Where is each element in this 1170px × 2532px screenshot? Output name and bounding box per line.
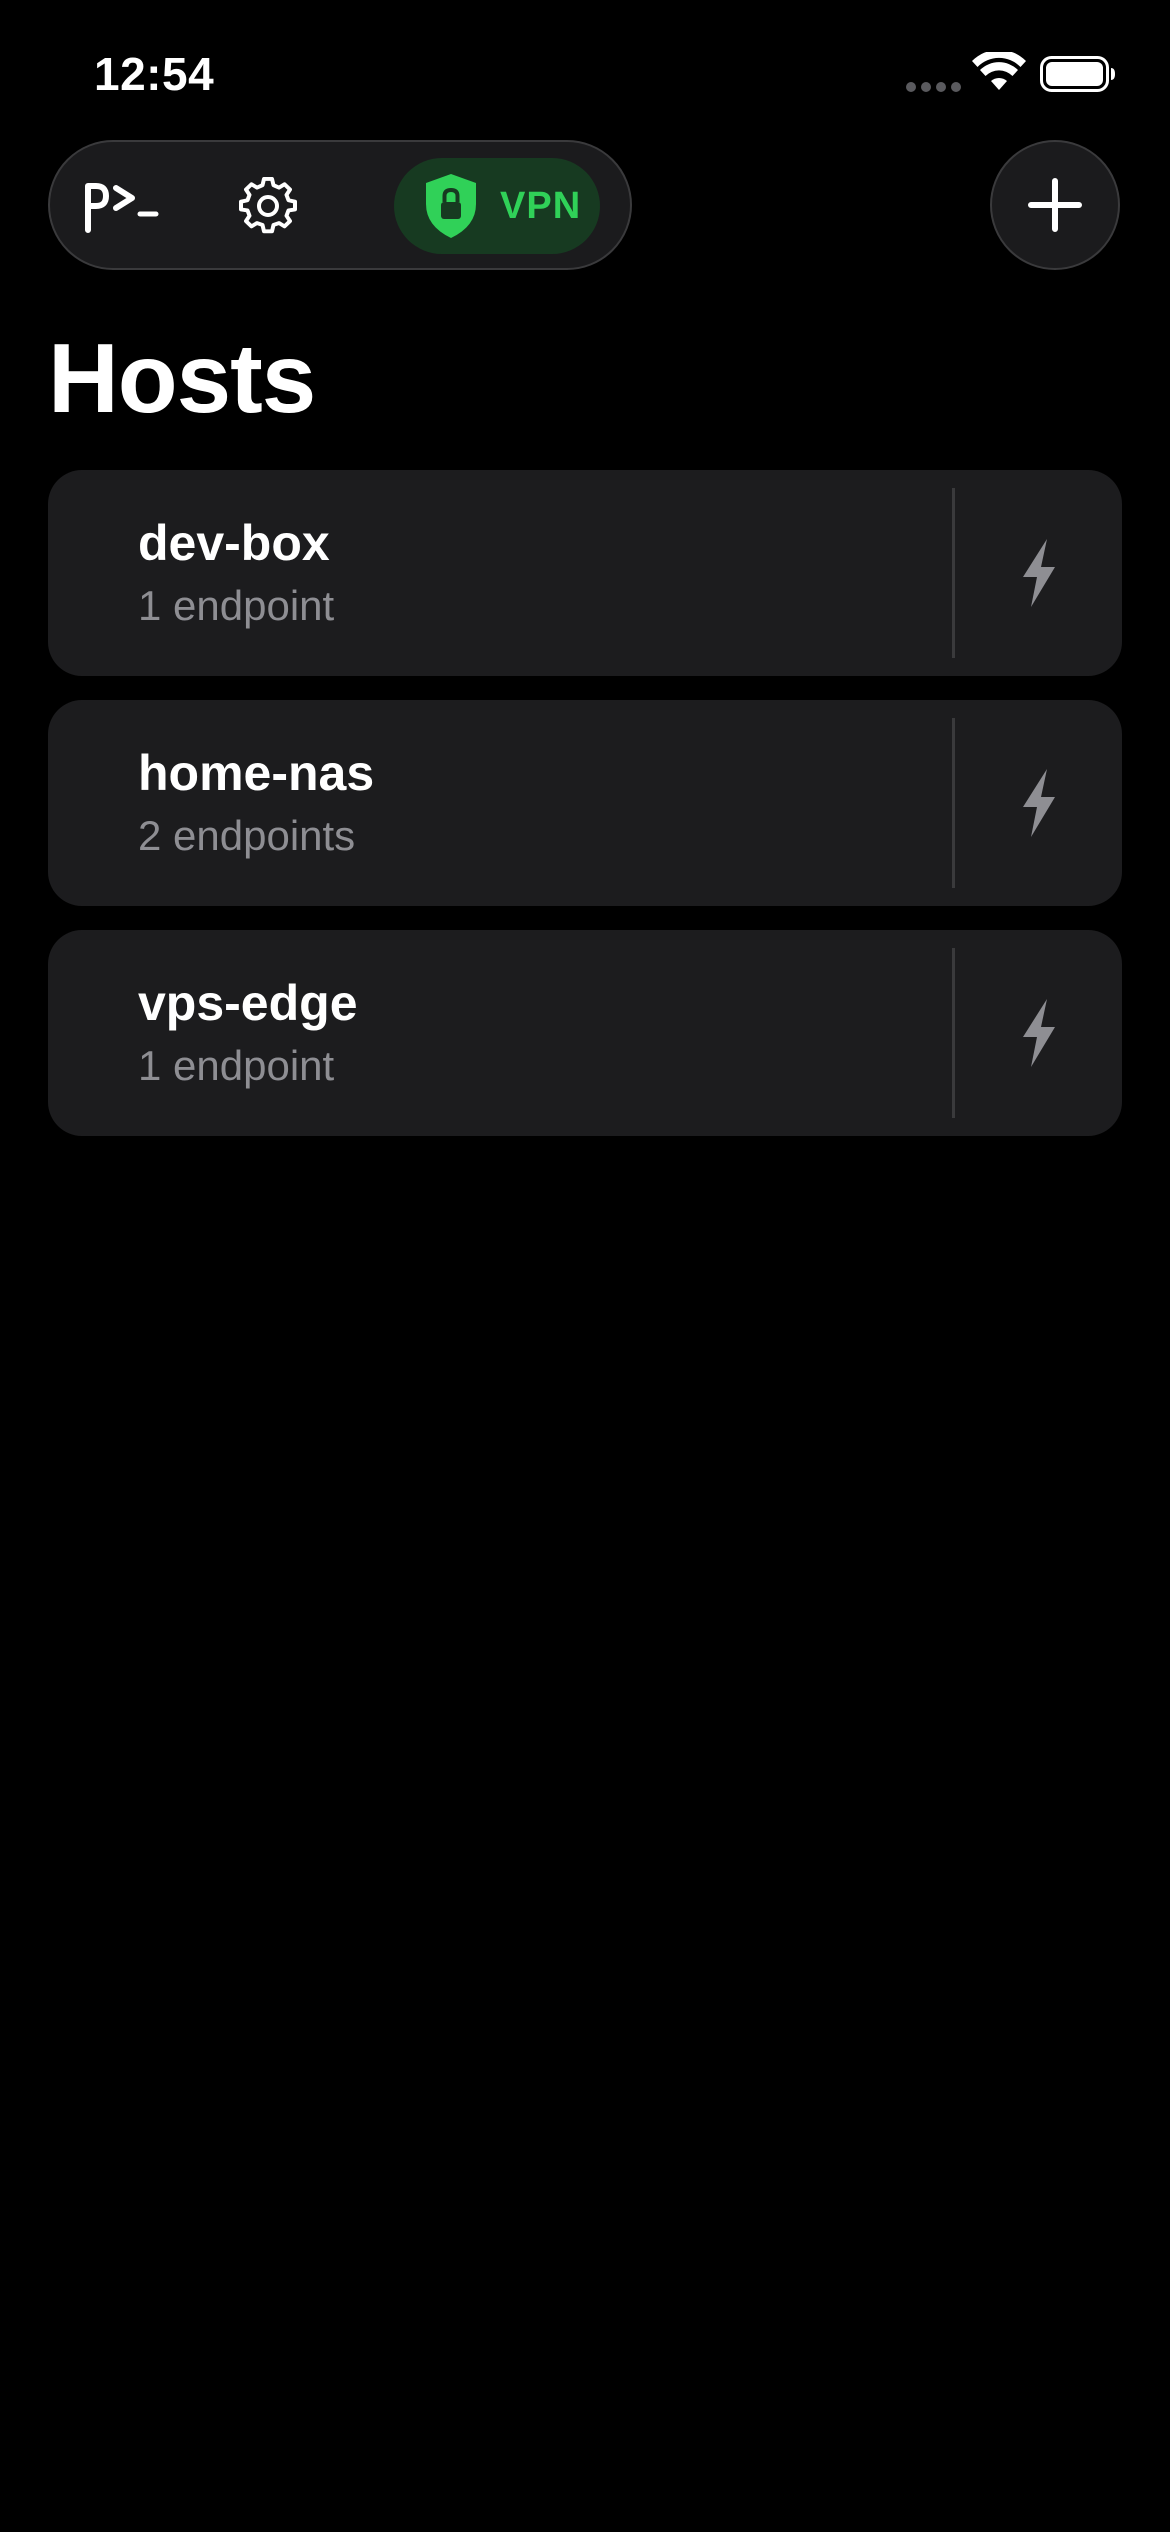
lightning-bolt-icon	[1022, 999, 1055, 1067]
quick-connect-button[interactable]	[955, 700, 1122, 906]
status-time: 12:54	[94, 48, 215, 100]
host-name: vps-edge	[138, 975, 358, 1031]
cellular-signal-icon	[906, 82, 961, 92]
vpn-toggle-button[interactable]: VPN	[394, 158, 600, 254]
wifi-icon	[972, 52, 1026, 90]
host-list: dev-box 1 endpoint home-nas 2 endpoints …	[48, 470, 1122, 1160]
lightning-bolt-icon	[1022, 769, 1055, 837]
host-endpoint-count: 2 endpoints	[138, 812, 356, 859]
vpn-label: VPN	[500, 185, 582, 227]
host-name: home-nas	[138, 745, 375, 801]
toolbar: VPN	[48, 140, 632, 270]
quick-connect-button[interactable]	[955, 470, 1122, 676]
plus-icon	[1028, 178, 1082, 232]
host-name: dev-box	[138, 515, 330, 571]
host-row-home-nas[interactable]: home-nas 2 endpoints	[48, 700, 1122, 906]
page-title: Hosts	[48, 323, 316, 433]
shield-lock-icon	[426, 174, 476, 238]
status-bar: 12:54	[0, 0, 1170, 140]
lightning-bolt-icon	[1022, 539, 1055, 607]
add-host-button[interactable]	[990, 140, 1120, 270]
battery-icon	[1040, 56, 1115, 92]
quick-connect-button[interactable]	[955, 930, 1122, 1136]
host-endpoint-count: 1 endpoint	[138, 582, 335, 629]
terminal-prompt-icon	[85, 183, 159, 233]
host-endpoint-count: 1 endpoint	[138, 1042, 335, 1089]
host-row-dev-box[interactable]: dev-box 1 endpoint	[48, 470, 1122, 676]
host-row-vps-edge[interactable]: vps-edge 1 endpoint	[48, 930, 1122, 1136]
gear-icon	[239, 177, 297, 234]
settings-button[interactable]	[228, 166, 308, 246]
